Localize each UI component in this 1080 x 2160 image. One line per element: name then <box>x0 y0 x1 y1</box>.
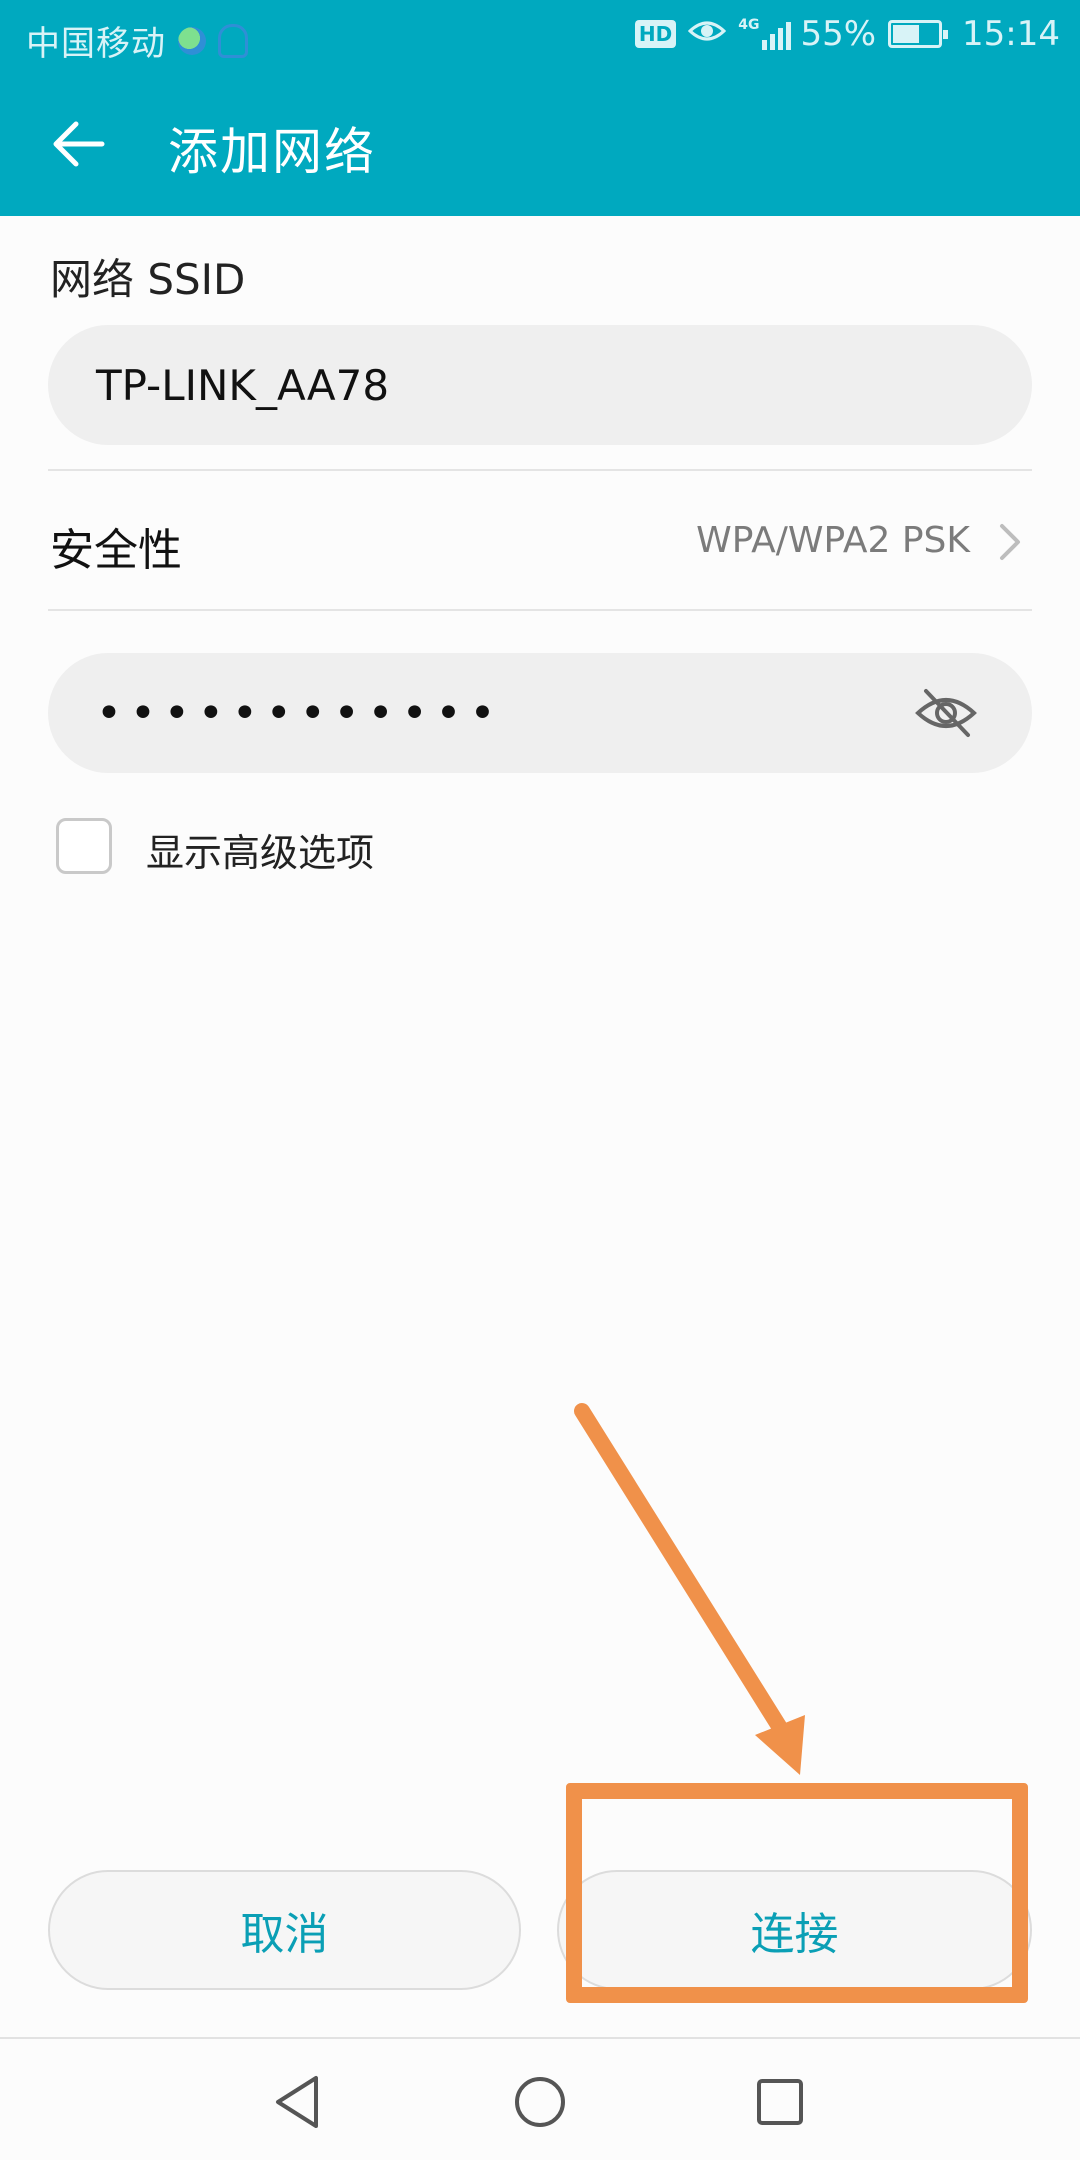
hd-badge: HD <box>634 20 677 48</box>
advanced-options-checkbox[interactable] <box>56 818 112 874</box>
cancel-label: 取消 <box>240 1909 329 1960</box>
back-button[interactable] <box>44 108 116 180</box>
nav-recent-icon[interactable] <box>750 2072 810 2132</box>
divider <box>48 609 1032 611</box>
battery-fill <box>893 25 920 43</box>
add-network-screen: 中国移动 HD 4G 55% 15:14 添加网络 网络 SSID TP-LIN… <box>0 0 1080 2160</box>
security-value: WPA/WPA2 PSK <box>696 520 970 561</box>
security-row[interactable]: 安全性 WPA/WPA2 PSK <box>48 470 1032 610</box>
security-label: 安全性 <box>50 525 182 576</box>
top-bar: 中国移动 HD 4G 55% 15:14 添加网络 <box>0 0 1080 216</box>
chevron-right-icon <box>1000 524 1020 560</box>
annotation-arrow <box>574 1403 805 1775</box>
annotation-highlight-box <box>566 1783 1028 2003</box>
status-bar: 中国移动 HD 4G 55% 15:14 <box>0 0 1080 75</box>
carrier-name: 中国移动 <box>26 24 166 64</box>
message-app-icon <box>218 23 248 58</box>
globe-app-icon <box>178 26 206 55</box>
status-left: 中国移动 <box>26 16 248 65</box>
password-input[interactable]: •••••••••••• <box>48 653 1032 773</box>
battery-icon <box>888 20 949 48</box>
network-type: 4G <box>738 17 760 33</box>
battery-percent: 55% <box>800 14 877 54</box>
cancel-button[interactable]: 取消 <box>48 1870 521 1990</box>
page-title: 添加网络 <box>168 123 376 181</box>
nav-home-icon[interactable] <box>510 2072 570 2132</box>
ssid-value: TP-LINK_AA78 <box>96 360 390 410</box>
signal-icon: 4G <box>738 18 794 50</box>
clock: 15:14 <box>962 14 1060 54</box>
navigation-bar <box>0 2037 1080 2160</box>
arrow-left-icon <box>53 121 105 167</box>
advanced-options-label: 显示高级选项 <box>146 831 375 875</box>
password-value: •••••••••••• <box>96 687 504 739</box>
eye-off-icon[interactable] <box>914 683 978 743</box>
status-right: HD 4G 55% 15:14 <box>634 14 1060 54</box>
nav-back-icon[interactable] <box>270 2072 330 2132</box>
eye-comfort-icon <box>688 14 727 54</box>
ssid-label: 网络 SSID <box>50 255 246 304</box>
ssid-input[interactable]: TP-LINK_AA78 <box>48 325 1032 445</box>
